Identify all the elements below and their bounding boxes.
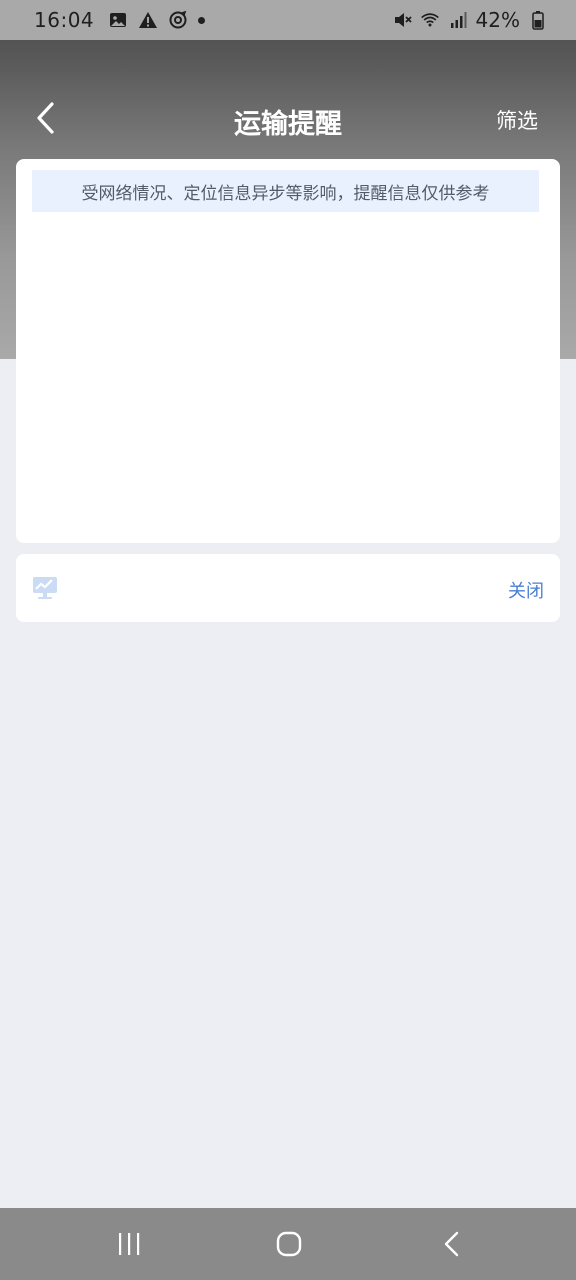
back-icon [444,1231,459,1257]
sync-icon [168,10,188,30]
gallery-icon [108,10,128,30]
warning-icon [138,10,158,30]
notice-text: 受网络情况、定位信息异步等影响，提醒信息仅供参考 [81,183,490,204]
battery-percent: 42% [475,8,520,32]
close-button[interactable]: 关闭 [508,577,544,603]
status-left: 16:04 [34,8,206,32]
mute-icon [392,10,412,30]
recents-button[interactable] [116,1230,142,1258]
system-nav-bar [0,1208,576,1280]
filter-button[interactable]: 筛选 [496,105,538,135]
signal-icon [448,10,468,30]
home-button[interactable] [276,1230,302,1258]
battery-icon [528,10,548,30]
monitor-card: 关闭 [16,554,560,622]
navigation-bar: 运输提醒 筛选 [0,88,576,148]
chart-monitor-icon [32,576,58,600]
notice-banner: 受网络情况、定位信息异步等影响，提醒信息仅供参考 [32,170,539,212]
status-right: 42% [392,8,548,32]
wifi-icon [420,10,440,30]
notification-dot [198,16,206,24]
home-icon [276,1231,302,1257]
reminder-list-card: 受网络情况、定位信息异步等影响，提醒信息仅供参考 [16,159,560,543]
system-back-button[interactable] [442,1230,460,1258]
app-screen: 16:04 42% 运输提醒 筛选 受网络情况、定位信息异步等影响，提醒信息仅供… [0,0,576,1280]
status-time: 16:04 [34,8,95,32]
status-bar: 16:04 42% [0,0,576,40]
recents-icon [119,1233,140,1255]
page-title: 运输提醒 [234,109,342,140]
